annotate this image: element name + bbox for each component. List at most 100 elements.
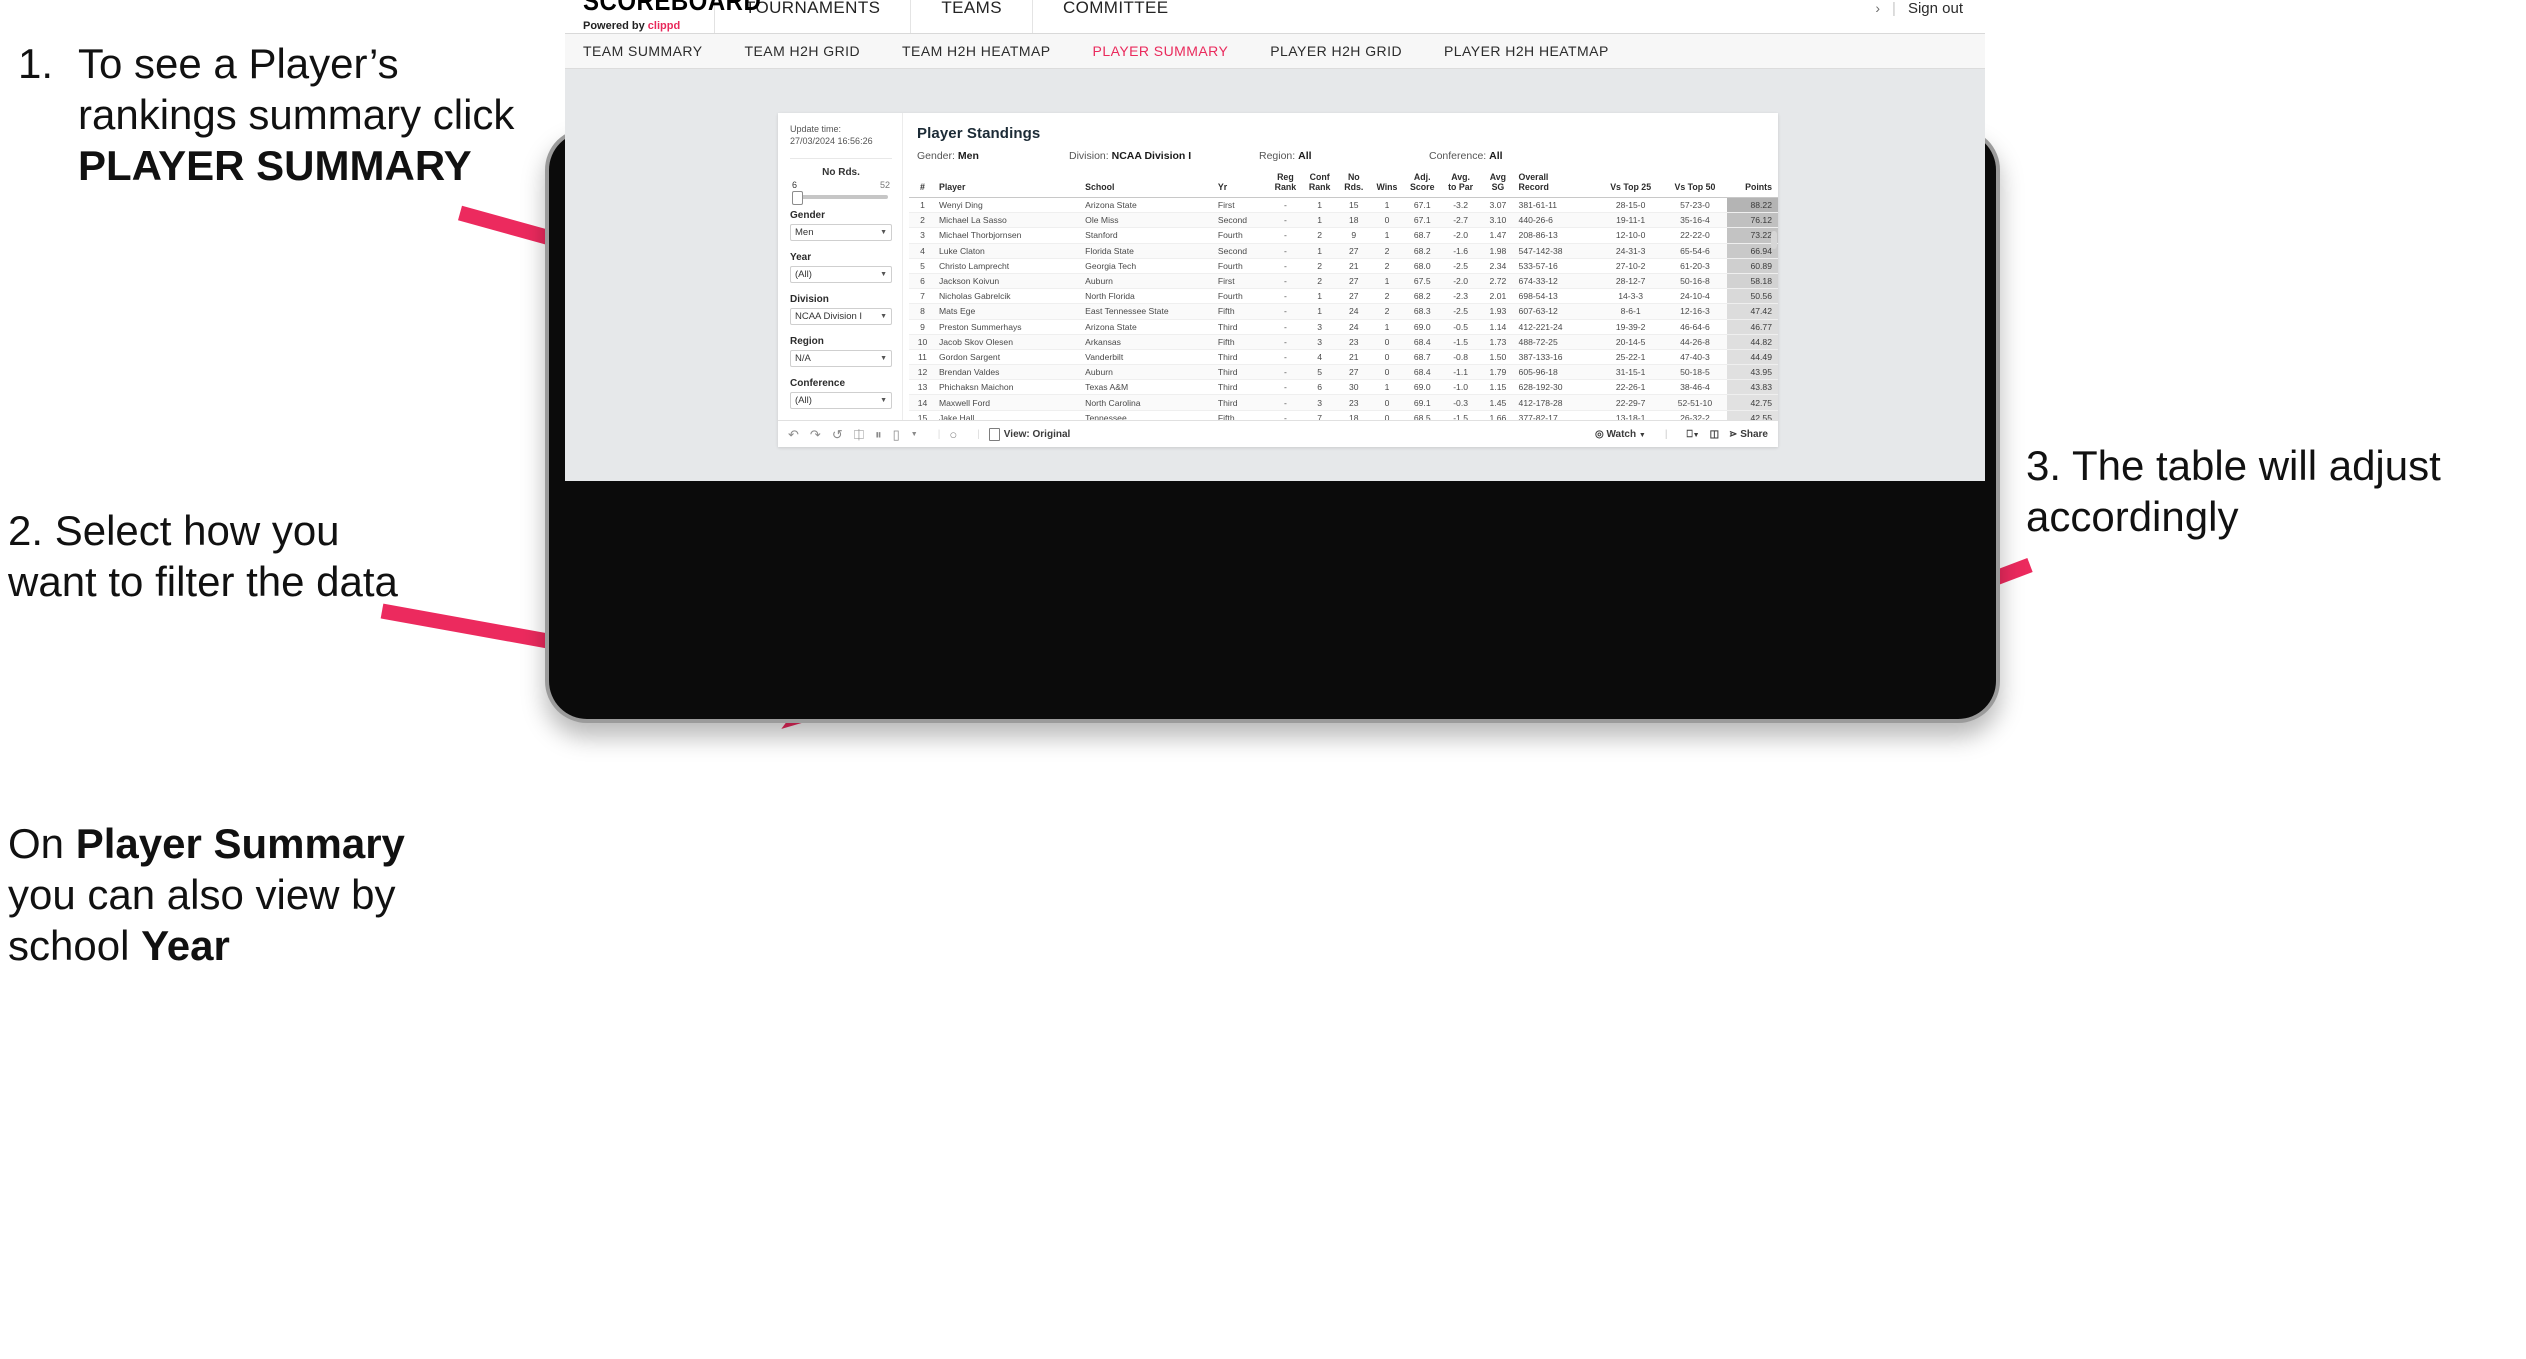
- table-cell: 3.07: [1480, 197, 1516, 214]
- table-cell: -: [1268, 243, 1302, 259]
- column-header[interactable]: Adj. Score: [1403, 171, 1441, 198]
- pause-icon[interactable]: ⏸: [875, 428, 882, 441]
- table-cell: -0.3: [1440, 394, 1481, 411]
- table-cell: North Carolina: [1082, 394, 1215, 411]
- column-header[interactable]: Overall Record: [1515, 171, 1599, 198]
- chevron-down-icon: ▼: [880, 313, 887, 321]
- table-cell: -1.5: [1440, 410, 1481, 420]
- rectangle-select-icon[interactable]: ▯: [893, 428, 900, 441]
- tablet-screen: SCOREBOARD Powered by clippd TOURNAMENTS…: [565, 0, 1985, 481]
- watch-button[interactable]: ◎ Watch ▼: [1595, 429, 1646, 440]
- filter-year: Year (All) ▼: [790, 252, 892, 284]
- table-cell: 5: [1301, 364, 1338, 381]
- slider-knob[interactable]: [792, 191, 803, 206]
- undo-icon[interactable]: ↶: [788, 428, 799, 441]
- nav-committee[interactable]: COMMITTEE: [1033, 0, 1199, 33]
- filter-conference-select[interactable]: (All) ▼: [790, 392, 892, 410]
- table-cell: Auburn: [1082, 273, 1215, 290]
- update-time-value: 27/03/2024 16:56:26: [790, 136, 873, 147]
- tab-player-h2h-heatmap[interactable]: PLAYER H2H HEATMAP: [1444, 43, 1609, 59]
- table-cell: 44.82: [1727, 334, 1778, 350]
- table-cell: Florida State: [1082, 243, 1215, 259]
- table-row[interactable]: 9 Preston Summerhays Arizona State Third -3 2…: [909, 319, 1778, 335]
- table-row[interactable]: 10 Jacob Skov Olesen Arkansas Fifth -3 23 0 68.…: [909, 334, 1778, 350]
- column-header[interactable]: School: [1082, 171, 1215, 198]
- download-button[interactable]: ⎕▼: [1687, 429, 1700, 440]
- table-cell: Second: [1214, 243, 1269, 259]
- column-header[interactable]: Vs Top 25: [1598, 171, 1663, 198]
- tab-player-summary[interactable]: PLAYER SUMMARY: [1093, 43, 1229, 59]
- filter-year-select[interactable]: (All) ▼: [790, 266, 892, 284]
- table-cell: 2: [1301, 227, 1338, 244]
- table-scrollbar[interactable]: [1771, 231, 1777, 249]
- table-cell: 25-22-1: [1598, 349, 1663, 366]
- annotation-step-2-note: On Player Summary you can also view by s…: [8, 818, 428, 972]
- table-row[interactable]: 12 Brendan Valdes Auburn Third -5 27 0 68.4 -1.1…: [909, 364, 1778, 381]
- filter-gender-select[interactable]: Men ▼: [790, 224, 892, 242]
- table-cell: 24: [1337, 303, 1371, 320]
- column-header[interactable]: Avg. to Par: [1440, 171, 1481, 198]
- table-row[interactable]: 8 Mats Ege East Tennessee State Fifth -1 24 2 6…: [909, 303, 1778, 320]
- tab-team-summary[interactable]: TEAM SUMMARY: [583, 43, 703, 59]
- table-row[interactable]: 6 Jackson Koivun Auburn First -2 27 1 67.5 -2.0 2…: [909, 273, 1778, 290]
- table-row[interactable]: 2 Michael La Sasso Ole Miss Second -1 18 0 67.1…: [909, 212, 1778, 229]
- column-header[interactable]: Avg SG: [1480, 171, 1516, 198]
- table-row[interactable]: 4 Luke Claton Florida State Second -1 27 2 68.2…: [909, 243, 1778, 259]
- table-cell: 547-142-38: [1515, 243, 1599, 259]
- table-cell: 4: [909, 243, 936, 259]
- meta-gender-label: Gender:: [917, 150, 955, 162]
- filter-region-select[interactable]: N/A ▼: [790, 350, 892, 368]
- table-row[interactable]: 5 Christo Lamprecht Georgia Tech Fourth -2 21…: [909, 258, 1778, 274]
- brand-logo: SCOREBOARD Powered by clippd: [565, 0, 761, 33]
- column-header[interactable]: Points: [1727, 171, 1778, 198]
- slider-max-value: 52: [879, 180, 890, 191]
- table-row[interactable]: 3 Michael Thorbjornsen Stanford Fourth -2 9 1 6…: [909, 227, 1778, 244]
- clock-icon[interactable]: ○: [949, 428, 957, 441]
- table-row[interactable]: 7 Nicholas Gabrelcik North Florida Fourth -1…: [909, 288, 1778, 305]
- column-header[interactable]: Vs Top 50: [1662, 171, 1728, 198]
- fullscreen-button[interactable]: ◫: [1710, 429, 1719, 440]
- table-cell: Phichaksn Maichon: [935, 379, 1083, 396]
- tab-team-h2h-heatmap[interactable]: TEAM H2H HEATMAP: [902, 43, 1051, 59]
- filter-no-rds[interactable]: No Rds. 6 52: [790, 167, 892, 206]
- column-header[interactable]: #: [909, 171, 936, 198]
- redo-icon[interactable]: ↷: [810, 428, 821, 441]
- table-row[interactable]: 1 Wenyi Ding Arizona State First -1 15 1 67.1 -3…: [909, 197, 1778, 214]
- share-button[interactable]: ⋗ Share: [1729, 429, 1768, 440]
- column-header[interactable]: Wins: [1370, 171, 1404, 198]
- table-cell: 8: [909, 303, 936, 320]
- table-cell: 18: [1337, 410, 1371, 420]
- view-original-button[interactable]: View: Original: [988, 427, 1070, 441]
- chevron-down-icon: ▼: [1692, 431, 1700, 439]
- tab-team-h2h-grid[interactable]: TEAM H2H GRID: [745, 43, 861, 59]
- table-row[interactable]: 13 Phichaksn Maichon Texas A&M Third -6 30 1 69…: [909, 379, 1778, 396]
- view-icon: [988, 427, 1000, 441]
- column-header[interactable]: No Rds.: [1337, 171, 1371, 198]
- filter-division-select[interactable]: NCAA Division I ▼: [790, 308, 892, 326]
- table-cell: 60.89: [1727, 258, 1778, 274]
- nav-teams[interactable]: TEAMS: [910, 0, 1033, 33]
- table-cell: -: [1268, 379, 1302, 396]
- table-cell: 15: [1337, 197, 1371, 214]
- toolbar-right: ◎ Watch ▼ | ⎕▼ ◫ ⋗ Share: [1595, 429, 1768, 440]
- column-header[interactable]: Conf Rank: [1301, 171, 1338, 198]
- chevron-down-icon[interactable]: ▼: [911, 431, 918, 438]
- chevron-down-icon: ▼: [1638, 431, 1646, 439]
- column-header[interactable]: Player: [935, 171, 1083, 198]
- refresh-icon[interactable]: ⎅: [854, 428, 864, 441]
- column-header[interactable]: Reg Rank: [1268, 171, 1302, 198]
- annotation-2b-b2: Year: [141, 922, 230, 970]
- table-cell: Third: [1214, 379, 1269, 396]
- meta-division-value: NCAA Division I: [1111, 150, 1192, 162]
- slider-track[interactable]: [792, 191, 888, 206]
- tab-player-h2h-grid[interactable]: PLAYER H2H GRID: [1270, 43, 1402, 59]
- column-header[interactable]: Yr: [1214, 171, 1269, 198]
- table-row[interactable]: 14 Maxwell Ford North Carolina Third -3 23 0 69…: [909, 394, 1778, 411]
- sign-out-link[interactable]: Sign out: [1908, 0, 1963, 17]
- table-cell: 9: [1337, 227, 1371, 244]
- revert-icon[interactable]: ↺: [832, 428, 843, 441]
- table-row[interactable]: 15 Jake Hall Tennessee Fifth -7 18 0 68.5 -1.5 1.…: [909, 410, 1778, 420]
- chevron-right-icon[interactable]: ›: [1875, 0, 1880, 16]
- table-row[interactable]: 11 Gordon Sargent Vanderbilt Third -4 21 0 68.7…: [909, 349, 1778, 366]
- table-cell: 14-3-3: [1598, 288, 1663, 305]
